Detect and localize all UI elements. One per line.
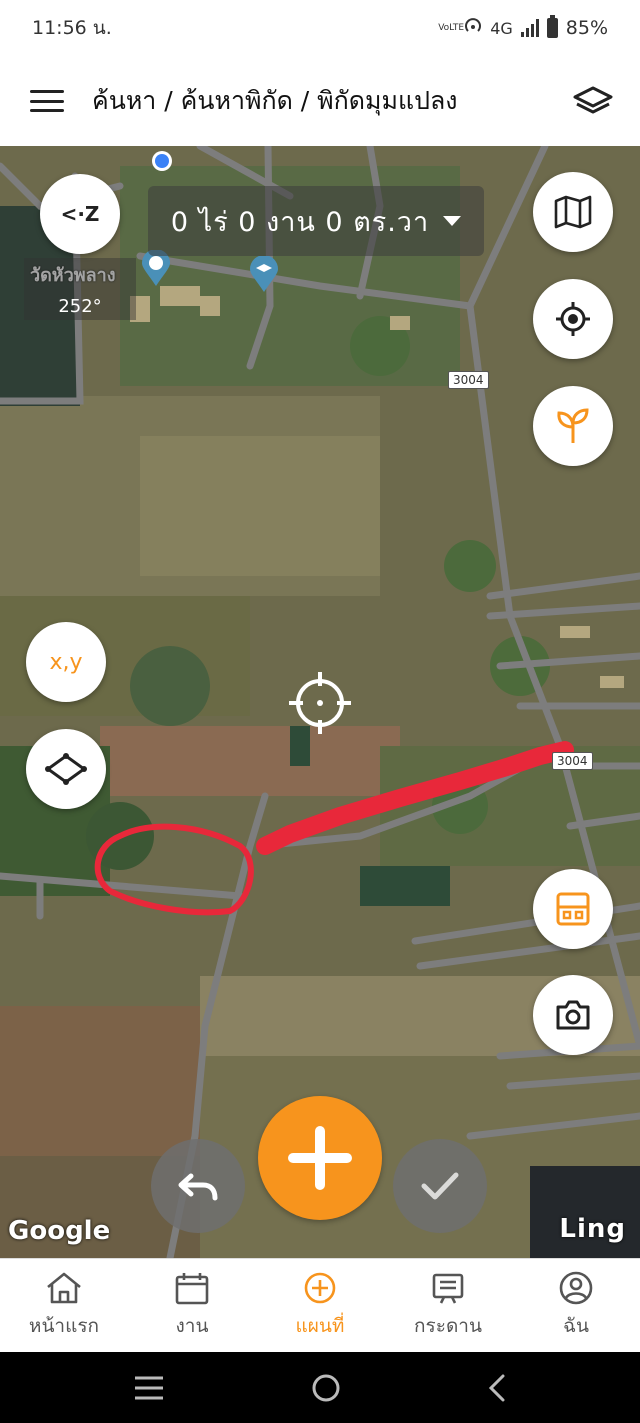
area-value: 0 ไร่ 0 งาน 0 ตร.วา — [170, 206, 430, 238]
compass-icon: <·Z — [60, 202, 100, 226]
undo-icon — [178, 1173, 218, 1201]
my-location-button[interactable] — [533, 279, 613, 359]
home-icon — [47, 1272, 81, 1304]
plot-list-button[interactable] — [533, 869, 613, 949]
school-pin-icon — [250, 256, 278, 292]
crosshair-icon — [289, 672, 351, 734]
menu-icon[interactable] — [30, 90, 64, 112]
network-type: 4G — [490, 18, 513, 38]
hotspot-icon — [464, 17, 482, 39]
area-readout[interactable]: 0 ไร่ 0 งาน 0 ตร.วา — [148, 186, 484, 256]
home-circle-icon[interactable] — [311, 1373, 341, 1403]
status-icons: VoLTE 4G 85% — [438, 15, 608, 39]
volte-icon: VoLTE — [438, 22, 465, 33]
ling-attribution: Ling — [559, 1214, 626, 1244]
satellite-map[interactable]: วัดหัวพลาง 3004 3004 0 ไร่ 0 งาน 0 ตร.วา… — [0, 146, 640, 1258]
nav-item-map[interactable]: แผนที่ — [256, 1259, 384, 1353]
battery-level: 85% — [565, 17, 608, 39]
xy-coordinate-button[interactable]: x,y — [26, 622, 106, 702]
plant-button[interactable] — [533, 386, 613, 466]
check-icon — [421, 1172, 459, 1200]
recent-apps-icon[interactable] — [133, 1375, 165, 1401]
dropdown-caret-icon — [443, 216, 462, 226]
nav-item-tasks[interactable]: งาน — [128, 1259, 256, 1353]
bottom-nav: หน้าแรก งาน แผนที่ กระดาน ฉัน — [0, 1258, 640, 1353]
map-type-button[interactable] — [533, 172, 613, 252]
current-location-dot-icon — [152, 151, 172, 171]
add-point-button[interactable] — [258, 1096, 382, 1220]
board-icon — [432, 1273, 464, 1304]
nav-label: แผนที่ — [295, 1315, 345, 1337]
nav-item-profile[interactable]: ฉัน — [512, 1259, 640, 1353]
confirm-button[interactable] — [393, 1139, 487, 1233]
nav-label: กระดาน — [414, 1315, 482, 1337]
camera-button[interactable] — [533, 975, 613, 1055]
plus-icon — [288, 1126, 352, 1190]
sprout-icon — [557, 408, 589, 443]
battery-icon — [546, 15, 558, 38]
undo-button[interactable] — [151, 1139, 245, 1233]
breadcrumb: ค้นหา / ค้นหาพิกัด / พิกัดมุมแปลง — [92, 86, 458, 115]
back-icon[interactable] — [487, 1373, 507, 1403]
layers-icon[interactable] — [572, 85, 614, 117]
google-attribution: Google — [8, 1216, 111, 1246]
system-nav-bar — [0, 1352, 640, 1423]
map-icon — [554, 195, 592, 229]
nav-label: หน้าแรก — [28, 1315, 100, 1337]
add-circle-icon — [304, 1272, 336, 1304]
signal-icon — [520, 19, 539, 37]
app-header: ค้นหา / ค้นหาพิกัด / พิกัดมุมแปลง — [0, 56, 640, 146]
status-time: 11:56 น. — [32, 17, 112, 39]
status-bar: 11:56 น. VoLTE 4G 85% — [0, 0, 640, 56]
heading-value: 252° — [58, 296, 102, 317]
camera-icon — [556, 1000, 590, 1030]
user-icon — [559, 1271, 593, 1305]
polygon-icon — [45, 753, 87, 785]
compass-button[interactable]: <·Z — [40, 174, 120, 254]
nav-item-board[interactable]: กระดาน — [384, 1259, 512, 1353]
plot-icon — [556, 892, 590, 926]
target-icon — [556, 302, 590, 336]
nav-item-home[interactable]: หน้าแรก — [0, 1259, 128, 1353]
calendar-icon — [175, 1273, 209, 1305]
road-number-label: 3004 — [448, 371, 489, 389]
heading-panel: 252° — [24, 258, 136, 320]
xy-label: x,y — [49, 649, 83, 675]
nav-label: งาน — [175, 1315, 209, 1337]
polygon-button[interactable] — [26, 729, 106, 809]
nav-label: ฉัน — [563, 1315, 589, 1337]
road-number-label: 3004 — [552, 752, 593, 770]
